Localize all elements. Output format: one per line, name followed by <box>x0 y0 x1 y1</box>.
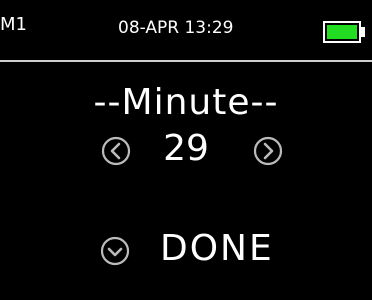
date-time: 08-APR 13:29 <box>118 18 234 38</box>
increase-button[interactable] <box>253 136 283 166</box>
done-button[interactable]: DONE <box>100 228 290 272</box>
chevron-down-icon <box>100 236 130 266</box>
minute-selector: 29 <box>0 128 372 176</box>
chevron-right-icon <box>253 136 283 166</box>
status-bar: M1 08-APR 13:29 <box>0 0 372 62</box>
chevron-left-icon <box>101 136 131 166</box>
field-title: --Minute-- <box>93 82 279 123</box>
battery-tip <box>361 27 365 37</box>
mode-indicator: M1 <box>0 14 27 35</box>
minute-value: 29 <box>163 128 209 169</box>
battery-level-fill <box>327 25 357 39</box>
battery-icon <box>323 21 361 43</box>
done-label: DONE <box>160 228 274 269</box>
decrease-button[interactable] <box>101 136 131 166</box>
